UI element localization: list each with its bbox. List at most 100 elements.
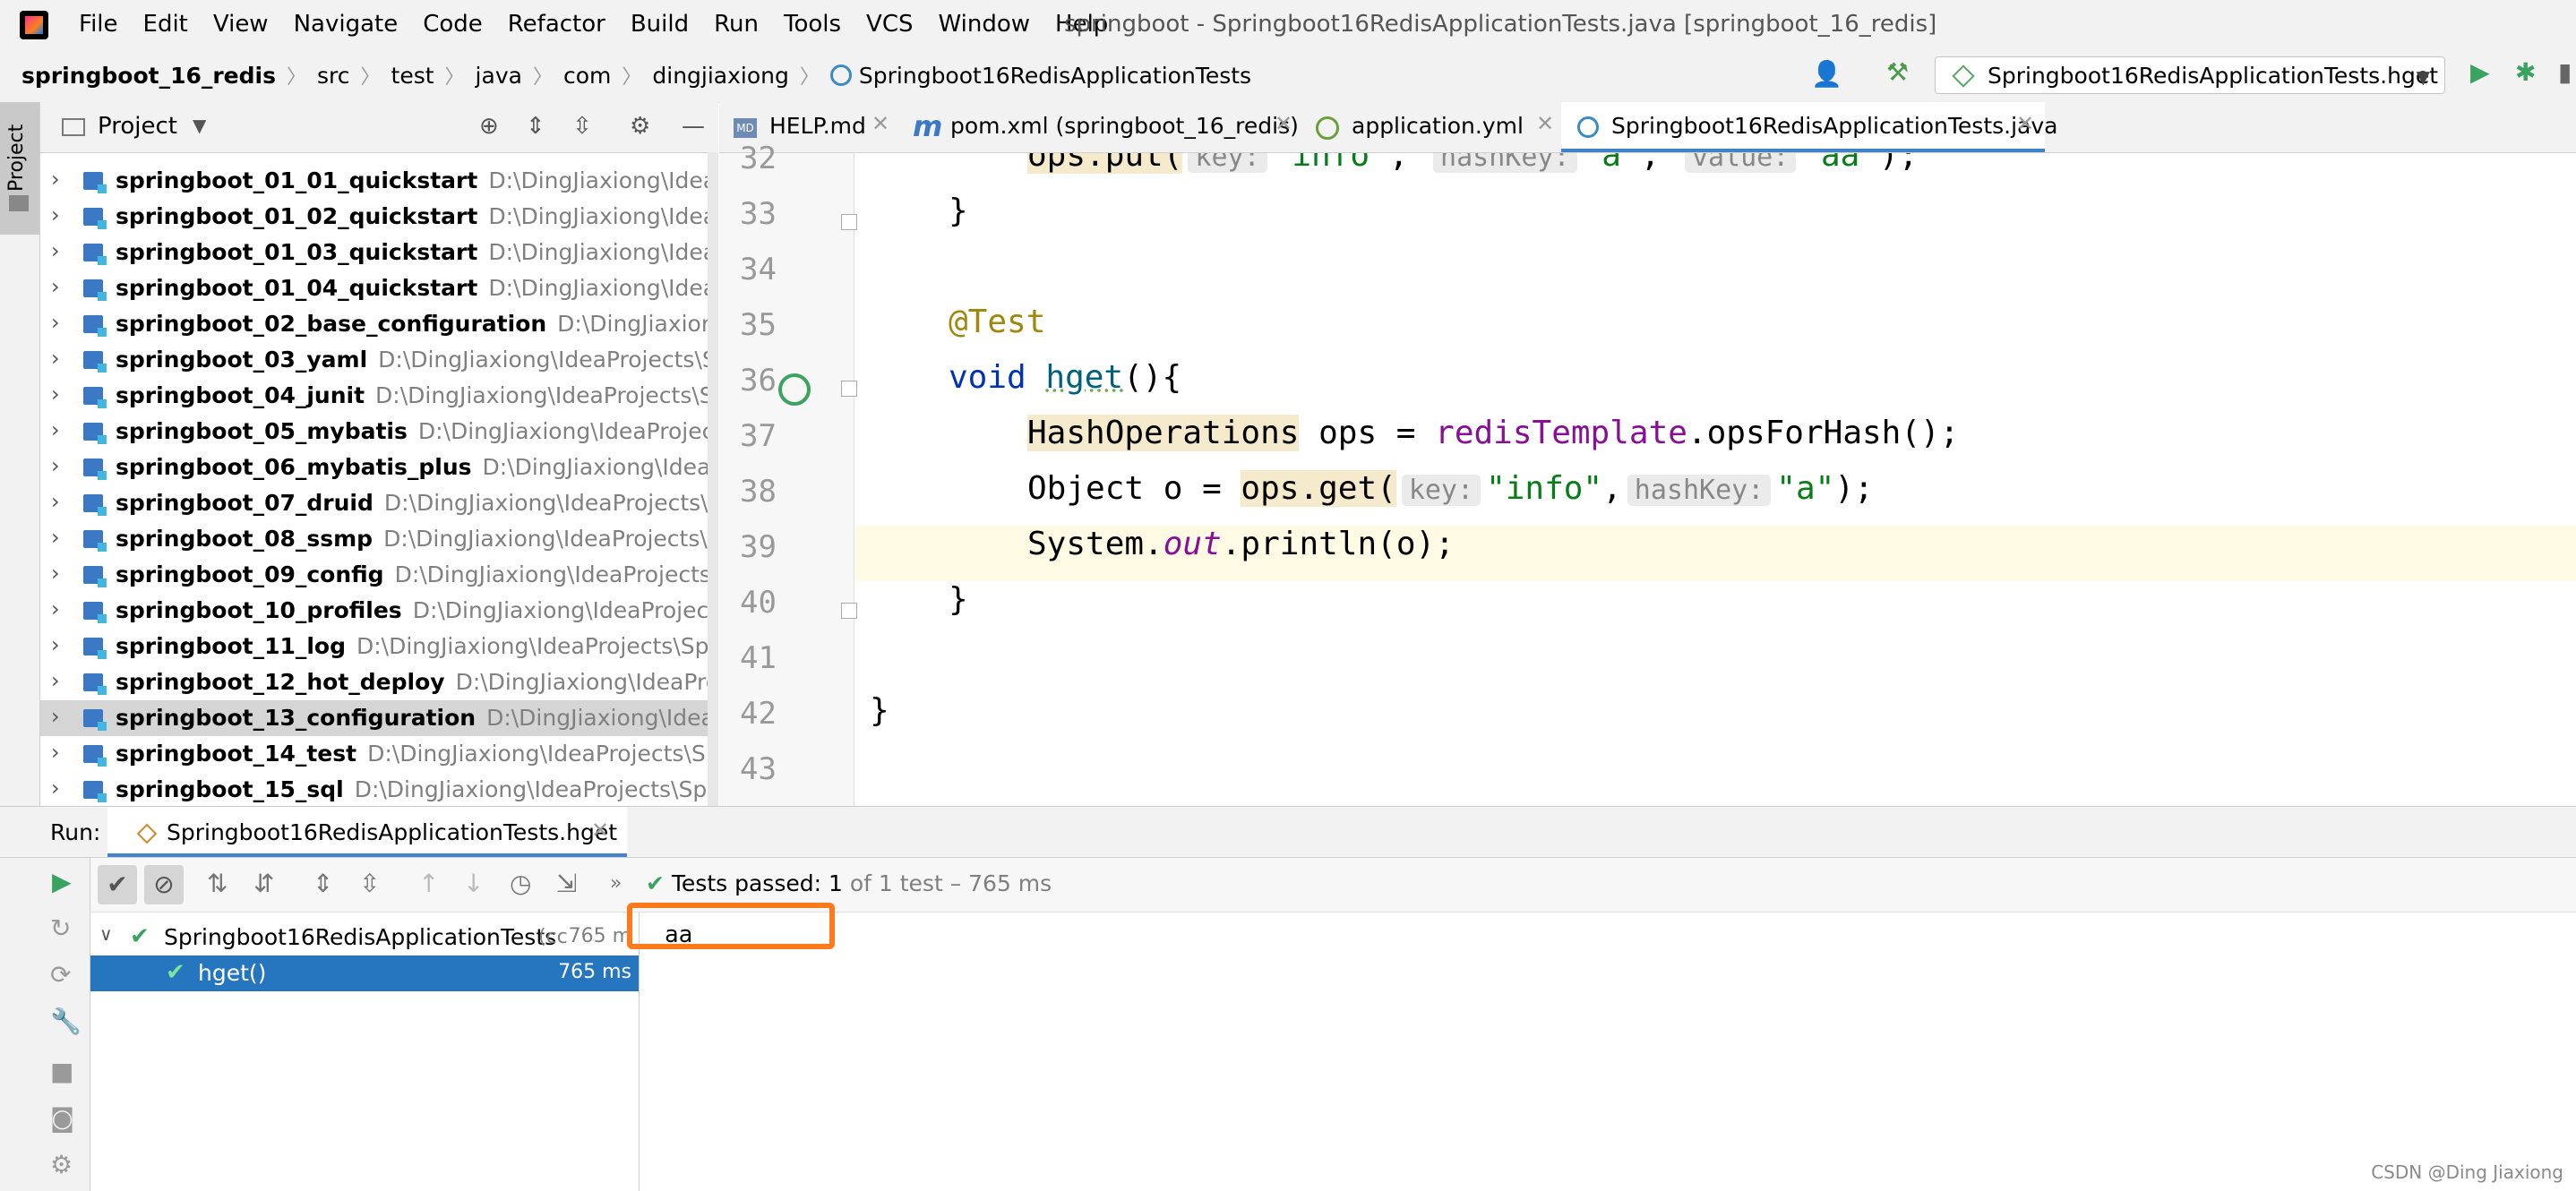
- chevron-right-icon[interactable]: ›: [51, 167, 60, 192]
- tree-row[interactable]: › springboot_02_base_configuration D:\Ding…: [40, 306, 718, 342]
- show-ignored-icon[interactable]: ⊘: [144, 865, 184, 904]
- project-title[interactable]: Project: [98, 113, 177, 140]
- export-results-icon[interactable]: ⇲: [556, 869, 577, 898]
- hide-icon[interactable]: —: [682, 113, 705, 140]
- menu-view[interactable]: View: [213, 11, 269, 38]
- run-tab[interactable]: Springboot16RedisApplicationTests.hget ✕: [107, 807, 627, 857]
- chevron-right-icon[interactable]: ›: [51, 417, 60, 442]
- code-area[interactable]: ops.put(key: "info", hashKey: "a", value: "…: [855, 153, 2576, 806]
- show-passed-icon[interactable]: ✔: [98, 865, 137, 904]
- chevron-right-icon[interactable]: ›: [51, 561, 60, 586]
- breadcrumb-item[interactable]: dingjiaxiong: [652, 63, 789, 89]
- menu-build[interactable]: Build: [631, 11, 689, 38]
- chevron-right-icon[interactable]: ›: [51, 632, 60, 657]
- gear-icon[interactable]: ⚙: [630, 113, 650, 140]
- chevron-right-icon[interactable]: ›: [51, 274, 60, 299]
- chevron-right-icon[interactable]: ›: [51, 489, 60, 514]
- breadcrumb-item[interactable]: test: [391, 63, 434, 89]
- rerun-icon[interactable]: ▶: [52, 867, 72, 896]
- tree-row[interactable]: › springboot_09_config D:\DingJiaxiong\Ide…: [40, 557, 718, 593]
- menu-run[interactable]: Run: [714, 11, 759, 38]
- debug-icon[interactable]: ✱: [2515, 57, 2536, 87]
- chevron-right-icon[interactable]: ›: [51, 704, 60, 729]
- expand-all-icon[interactable]: ⇕: [526, 113, 545, 140]
- chevron-right-icon[interactable]: ›: [51, 525, 60, 550]
- previous-failed-icon[interactable]: ↑: [418, 869, 439, 898]
- user-icon[interactable]: 👤: [1811, 59, 1842, 89]
- test-suite-row[interactable]: ∨ ✔ Springboot16RedisApplicationTests (c…: [90, 920, 639, 955]
- collapse-all-icon[interactable]: ⇳: [359, 869, 380, 898]
- locate-icon[interactable]: ⊕: [479, 113, 499, 140]
- more-chevron-icon[interactable]: »: [610, 872, 622, 895]
- tree-row[interactable]: › springboot_10_profiles D:\DingJiaxiong\I…: [40, 593, 718, 629]
- tree-row[interactable]: › springboot_03_yaml D:\DingJiaxiong\IdeaP…: [40, 342, 718, 378]
- run-icon[interactable]: ▶: [2470, 57, 2490, 87]
- tree-row[interactable]: › springboot_14_test D:\DingJiaxiong\IdeaP…: [40, 736, 718, 772]
- tree-row[interactable]: › springboot_05_mybatis D:\DingJiaxiong\Id…: [40, 414, 718, 450]
- close-icon[interactable]: ✕: [2016, 111, 2034, 136]
- chevron-right-icon[interactable]: ›: [51, 310, 60, 335]
- chevron-right-icon[interactable]: ›: [51, 775, 60, 801]
- menu-tools[interactable]: Tools: [784, 11, 841, 38]
- settings-icon[interactable]: ⚙: [50, 1150, 73, 1179]
- build-hammer-icon[interactable]: ⚒: [1886, 57, 1909, 87]
- console-output[interactable]: aa: [640, 913, 2576, 1191]
- chevron-right-icon[interactable]: ›: [51, 740, 60, 765]
- breadcrumb-item[interactable]: Springboot16RedisApplicationTests: [829, 63, 1251, 89]
- tab-pom-xml[interactable]: m pom.xml (springboot_16_redis) ✕: [898, 102, 1301, 152]
- breadcrumb-item[interactable]: springboot_16_redis: [21, 63, 276, 89]
- close-icon[interactable]: ✕: [591, 818, 609, 843]
- test-history-icon[interactable]: ◷: [510, 869, 531, 898]
- coverage-icon[interactable]: ▮: [2558, 57, 2572, 87]
- tree-row[interactable]: › springboot_15_sql D:\DingJiaxiong\IdeaPr…: [40, 772, 718, 806]
- menu-window[interactable]: Window: [939, 11, 1031, 38]
- expand-all-icon[interactable]: ⇕: [313, 869, 333, 898]
- close-icon[interactable]: ✕: [1275, 111, 1292, 136]
- toggle-auto-test-icon[interactable]: ⟳: [50, 960, 71, 990]
- menu-code[interactable]: Code: [423, 11, 483, 38]
- sort-alphabetically-icon[interactable]: ⇅: [207, 869, 228, 898]
- camera-icon[interactable]: ◙: [50, 1103, 74, 1133]
- tab-springboot16redisapplicationtests-java[interactable]: Springboot16RedisApplicationTests.java ✕: [1561, 102, 2058, 152]
- tree-row[interactable]: › springboot_07_druid D:\DingJiaxiong\Idea…: [40, 485, 718, 521]
- chevron-down-icon[interactable]: ∨: [99, 923, 113, 945]
- menu-vcs[interactable]: VCS: [866, 11, 913, 38]
- tree-row[interactable]: › springboot_01_03_quickstart D:\DingJiaxi…: [40, 235, 718, 270]
- menu-file[interactable]: File: [79, 11, 118, 38]
- tree-row[interactable]: › springboot_01_02_quickstart D:\DingJiaxi…: [40, 199, 718, 235]
- chevron-right-icon[interactable]: ›: [51, 238, 60, 263]
- chevron-right-icon[interactable]: ›: [51, 596, 60, 621]
- menu-navigate[interactable]: Navigate: [294, 11, 399, 38]
- test-method-row[interactable]: ✔ hget() 765 ms: [90, 955, 639, 991]
- project-scrollbar[interactable]: [708, 152, 718, 806]
- tree-row[interactable]: › springboot_01_01_quickstart D:\DingJiaxi…: [40, 163, 718, 199]
- tree-row-selected[interactable]: › springboot_13_configuration D:\DingJiaxi…: [40, 700, 718, 736]
- close-icon[interactable]: ✕: [1536, 111, 1554, 136]
- chevron-right-icon[interactable]: ›: [51, 346, 60, 371]
- run-test-gutter-icon[interactable]: [778, 373, 811, 406]
- chevron-right-icon[interactable]: ›: [51, 202, 60, 227]
- stop-icon[interactable]: ■: [50, 1057, 73, 1086]
- menu-refactor[interactable]: Refactor: [508, 11, 605, 38]
- project-tool-tab[interactable]: Project: [0, 102, 39, 235]
- breadcrumb-item[interactable]: src: [317, 63, 350, 89]
- chevron-right-icon[interactable]: ›: [51, 381, 60, 407]
- tree-row[interactable]: › springboot_08_ssmp D:\DingJiaxiong\IdeaP…: [40, 521, 718, 557]
- tree-row[interactable]: › springboot_12_hot_deploy D:\DingJiaxiong…: [40, 664, 718, 700]
- tree-row[interactable]: › springboot_01_04_quickstart D:\DingJiaxi…: [40, 270, 718, 306]
- run-configuration-select[interactable]: Springboot16RedisApplicationTests.hget ▼: [1935, 56, 2445, 94]
- sort-by-duration-icon[interactable]: ⇵: [253, 869, 274, 898]
- breadcrumb-item[interactable]: java: [476, 63, 522, 89]
- collapse-all-icon[interactable]: ⇳: [572, 113, 592, 140]
- tree-row[interactable]: › springboot_11_log D:\DingJiaxiong\IdeaPr…: [40, 629, 718, 664]
- chevron-down-icon[interactable]: ▼: [193, 115, 206, 136]
- chevron-right-icon[interactable]: ›: [51, 453, 60, 478]
- tab-application-yml[interactable]: application.yml ✕: [1301, 102, 1561, 152]
- next-failed-icon[interactable]: ↓: [463, 869, 484, 898]
- close-icon[interactable]: ✕: [872, 111, 889, 136]
- intellij-logo-icon[interactable]: [20, 11, 48, 39]
- tree-row[interactable]: › springboot_04_junit D:\DingJiaxiong\Idea…: [40, 378, 718, 414]
- tree-row[interactable]: › springboot_06_mybatis_plus D:\DingJiaxio…: [40, 450, 718, 485]
- wrench-icon[interactable]: 🔧: [50, 1007, 82, 1036]
- breadcrumb-item[interactable]: com: [563, 63, 611, 89]
